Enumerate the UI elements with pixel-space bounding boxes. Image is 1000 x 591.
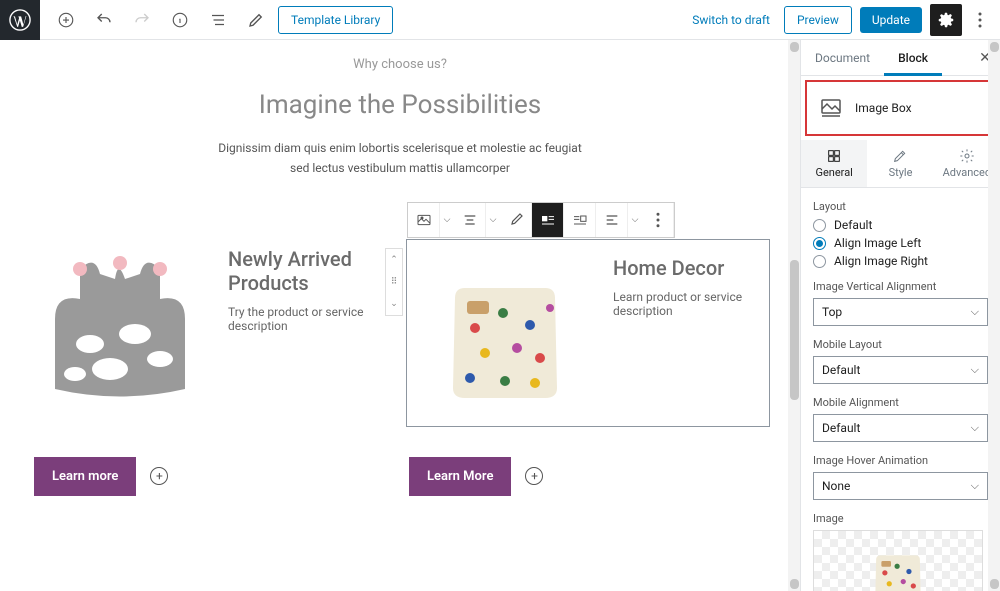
section-lead-1[interactable]: Dignissim diam quis enim lobortis sceler… xyxy=(160,138,640,158)
move-down-icon[interactable]: ⌄ xyxy=(386,293,402,315)
redo-icon[interactable] xyxy=(128,6,156,34)
card-1-image xyxy=(30,239,210,409)
switch-to-draft-button[interactable]: Switch to draft xyxy=(692,13,770,27)
layout-option-align-left[interactable]: Align Image Left xyxy=(813,236,988,250)
mobile-align-label: Mobile Alignment xyxy=(813,396,988,409)
update-button[interactable]: Update xyxy=(860,7,922,33)
outline-icon[interactable] xyxy=(204,6,232,34)
block-toolbar xyxy=(407,202,675,238)
preview-button[interactable]: Preview xyxy=(784,6,852,34)
insert-block-icon[interactable]: + xyxy=(150,467,168,485)
section-subtitle[interactable]: Why choose us? xyxy=(30,57,770,72)
text-align-dropdown[interactable] xyxy=(628,203,642,237)
canvas-scrollbar[interactable] xyxy=(788,40,800,591)
layout-option-align-right[interactable]: Align Image Right xyxy=(813,254,988,268)
editor-topbar: Template Library Switch to draft Preview… xyxy=(0,0,1000,40)
move-up-icon[interactable]: ⌃ xyxy=(386,249,402,271)
sidebar-scrollbar[interactable] xyxy=(988,40,1000,591)
panel-tab-style[interactable]: Style xyxy=(867,140,933,187)
card-1-desc[interactable]: Try the product or service description xyxy=(228,305,376,333)
align-image-left-icon[interactable] xyxy=(532,203,564,237)
align-center-icon[interactable] xyxy=(454,203,486,237)
mobile-layout-label: Mobile Layout xyxy=(813,338,988,351)
section-lead-2[interactable]: sed lectus vestibulum mattis ullamcorper xyxy=(160,158,640,178)
learn-more-button-1[interactable]: Learn more xyxy=(34,457,136,496)
section-heading[interactable]: Imagine the Possibilities xyxy=(30,90,770,120)
tab-block[interactable]: Block xyxy=(884,40,942,76)
image-box-card-1[interactable]: Newly Arrived Products Try the product o… xyxy=(30,239,376,427)
block-movers: ⌃ ⠿ ⌄ xyxy=(385,248,403,316)
settings-sidebar: Document Block ✕ Image Box General Style… xyxy=(800,40,1000,591)
undo-icon[interactable] xyxy=(90,6,118,34)
vert-align-label: Image Vertical Alignment xyxy=(813,280,988,293)
vert-align-select[interactable]: Top xyxy=(813,298,988,326)
tab-document[interactable]: Document xyxy=(801,40,884,75)
card-2-title[interactable]: Home Decor xyxy=(613,256,761,280)
block-type-indicator: Image Box xyxy=(805,80,996,136)
settings-toggle-button[interactable] xyxy=(930,4,962,36)
more-options-icon[interactable] xyxy=(970,4,990,36)
block-more-icon[interactable] xyxy=(642,203,674,237)
selected-block[interactable]: ⌃ ⠿ ⌄ Home Decor Learn product or servic… xyxy=(406,239,770,427)
card-2-desc[interactable]: Learn product or service description xyxy=(613,290,761,318)
block-type-label: Image Box xyxy=(855,101,912,115)
learn-more-button-2[interactable]: Learn More xyxy=(409,457,511,496)
layout-label: Layout xyxy=(813,200,988,213)
wordpress-logo[interactable] xyxy=(0,0,40,40)
template-library-button[interactable]: Template Library xyxy=(278,6,393,34)
mobile-align-select[interactable]: Default xyxy=(813,414,988,442)
color-picker-icon[interactable] xyxy=(500,203,532,237)
add-block-icon[interactable] xyxy=(52,6,80,34)
editor-canvas: Why choose us? Imagine the Possibilities… xyxy=(0,40,800,591)
info-icon[interactable] xyxy=(166,6,194,34)
hover-anim-select[interactable]: None xyxy=(813,472,988,500)
image-section-label: Image xyxy=(813,512,988,525)
card-2-image[interactable] xyxy=(415,248,595,418)
text-align-icon[interactable] xyxy=(596,203,628,237)
drag-handle-icon[interactable]: ⠿ xyxy=(386,271,402,293)
block-type-icon[interactable] xyxy=(408,203,440,237)
image-preview[interactable] xyxy=(813,530,983,591)
mobile-layout-select[interactable]: Default xyxy=(813,356,988,384)
panel-tab-general[interactable]: General xyxy=(801,140,867,187)
edit-icon[interactable] xyxy=(242,6,270,34)
hover-anim-label: Image Hover Animation xyxy=(813,454,988,467)
card-1-title[interactable]: Newly Arrived Products xyxy=(228,247,376,295)
block-type-dropdown[interactable] xyxy=(440,203,454,237)
image-box-icon xyxy=(819,96,843,120)
insert-block-icon[interactable]: + xyxy=(525,467,543,485)
align-dropdown[interactable] xyxy=(486,203,500,237)
align-image-right-icon[interactable] xyxy=(564,203,596,237)
layout-option-default[interactable]: Default xyxy=(813,218,988,232)
